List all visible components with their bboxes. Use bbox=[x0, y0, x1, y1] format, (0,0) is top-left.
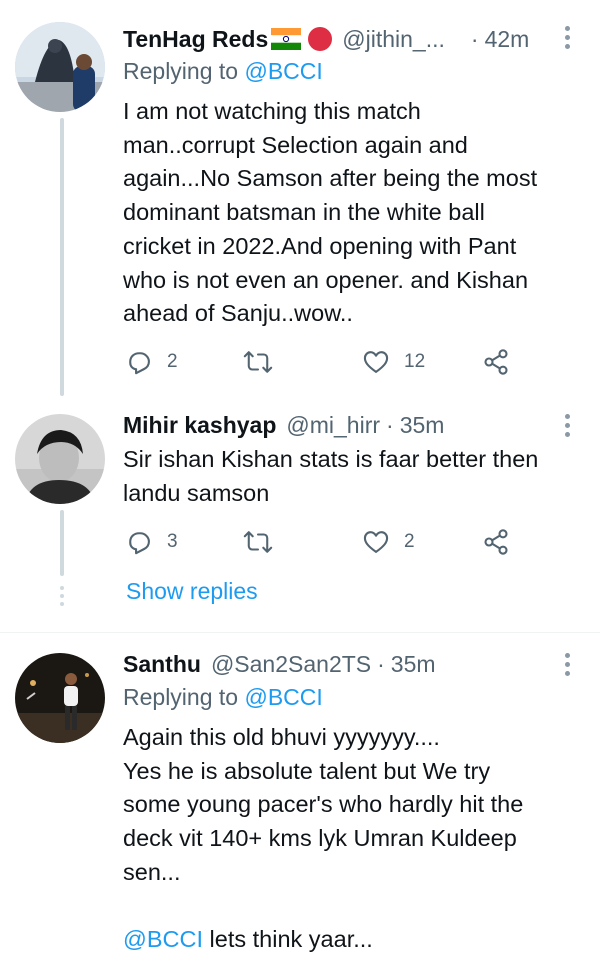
reply-icon bbox=[129, 352, 150, 375]
replying-to-mention[interactable]: @BCCI bbox=[244, 684, 322, 710]
tweet-text: I am not watching this match man..corrup… bbox=[123, 95, 593, 331]
avatar-mihir-kashyap[interactable] bbox=[15, 414, 105, 504]
thread-line bbox=[60, 118, 64, 396]
like-count: 12 bbox=[404, 351, 426, 372]
india-flag-icon bbox=[271, 28, 302, 50]
share-icon bbox=[484, 349, 508, 375]
tweet-header: Mihir kashyap @mi_hirr · 35m bbox=[123, 408, 444, 442]
more-options-icon[interactable] bbox=[562, 26, 572, 52]
timestamp[interactable]: 35m bbox=[400, 412, 445, 439]
tweet-text-line: man..corrupt Selection again and bbox=[123, 131, 468, 158]
more-options-icon[interactable] bbox=[562, 414, 572, 440]
thread-line bbox=[60, 510, 64, 576]
show-replies-link[interactable]: Show replies bbox=[126, 578, 258, 605]
reply-count: 3 bbox=[167, 531, 178, 552]
tweet-text-fragment: lets think yaar... bbox=[203, 926, 373, 953]
tweet-text-line: Again this old bhuvi yyyyyyy.... bbox=[123, 724, 440, 750]
tweet-text-line: sen... bbox=[123, 858, 181, 885]
tweet-text-line: cricket in 2022.And opening with Pant bbox=[123, 232, 517, 259]
heart-icon bbox=[363, 351, 389, 373]
tweet-actions: 2 12 bbox=[125, 342, 525, 382]
tweet-text: Sir ishan Kishan stats is faar better th… bbox=[123, 443, 593, 510]
tweet-text-line: deck vit 140+ kms lyk Umran Kuldeep bbox=[123, 825, 517, 852]
tweet-text: Again this old bhuvi yyyyyyy.... Yes he … bbox=[123, 721, 593, 957]
tweet-text-line: I am not watching this match bbox=[123, 98, 421, 124]
red-circle-icon bbox=[308, 27, 333, 51]
tweet-text-line: Yes he is absolute talent but We try bbox=[123, 757, 491, 784]
separator-dot: · bbox=[470, 25, 479, 52]
like-button[interactable]: 2 bbox=[362, 522, 415, 562]
display-name[interactable]: Mihir kashyap bbox=[123, 412, 276, 439]
reply-count: 2 bbox=[167, 351, 178, 372]
retweet-button[interactable] bbox=[243, 342, 287, 382]
tweet-text-line: some young pacer's who hardly hit the bbox=[123, 791, 524, 818]
share-icon bbox=[484, 529, 508, 555]
display-name[interactable]: Santhu bbox=[123, 651, 201, 678]
heart-icon bbox=[363, 531, 389, 553]
reply-icon bbox=[129, 532, 150, 555]
user-handle[interactable]: @jithin_... bbox=[342, 26, 445, 53]
display-name-emojis bbox=[271, 25, 334, 53]
tweet-text-line: dominant batsman in the white ball bbox=[123, 199, 485, 226]
tweet-text-line: again...No Samson after being the most bbox=[123, 165, 538, 192]
tweet-text-blank bbox=[123, 890, 593, 924]
avatar-tenhag-reds[interactable] bbox=[15, 22, 105, 112]
tweet-text-line: landu samson bbox=[123, 479, 270, 506]
tweet-header: Santhu @San2San2TS · 35m bbox=[123, 647, 436, 681]
user-handle[interactable]: @mi_hirr bbox=[286, 412, 380, 439]
retweet-icon bbox=[243, 531, 273, 553]
replying-to: Replying to @BCCI bbox=[123, 58, 323, 85]
separator-dot: · bbox=[386, 411, 394, 438]
replying-to-label: Replying to bbox=[123, 684, 239, 710]
timestamp[interactable]: 42m bbox=[485, 26, 530, 53]
replying-to: Replying to @BCCI bbox=[123, 684, 323, 711]
replying-to-mention[interactable]: @BCCI bbox=[244, 58, 322, 84]
user-handle[interactable]: @San2San2TS bbox=[211, 651, 371, 678]
share-button[interactable] bbox=[482, 522, 510, 562]
timestamp[interactable]: 35m bbox=[391, 651, 436, 678]
tweet-actions: 3 2 bbox=[125, 522, 525, 562]
more-options-icon[interactable] bbox=[562, 653, 572, 679]
tweet-text-line: @BCCI lets think yaar... bbox=[123, 923, 593, 957]
reply-button[interactable]: 3 bbox=[125, 522, 178, 562]
reply-button[interactable]: 2 bbox=[125, 342, 178, 382]
retweet-button[interactable] bbox=[243, 522, 287, 562]
retweet-icon bbox=[243, 351, 273, 373]
tweet-text-line: ahead of Sanju..wow.. bbox=[123, 300, 353, 327]
tweet-text-line: Sir ishan Kishan stats is faar better th… bbox=[123, 446, 539, 472]
separator-dot: · bbox=[377, 650, 385, 677]
tweet-header: TenHag Reds @jithin_... · 42m bbox=[123, 22, 529, 56]
like-count: 2 bbox=[404, 531, 415, 552]
avatar-santhu[interactable] bbox=[15, 653, 105, 743]
like-button[interactable]: 12 bbox=[362, 342, 425, 382]
replying-to-label: Replying to bbox=[123, 58, 239, 84]
display-name[interactable]: TenHag Reds bbox=[123, 26, 268, 53]
text-mention[interactable]: @BCCI bbox=[123, 926, 203, 952]
tweet-text-line: who is not even an opener. and Kishan bbox=[123, 266, 529, 293]
thread-connector-dots bbox=[59, 586, 65, 610]
divider bbox=[0, 632, 600, 633]
share-button[interactable] bbox=[482, 342, 510, 382]
